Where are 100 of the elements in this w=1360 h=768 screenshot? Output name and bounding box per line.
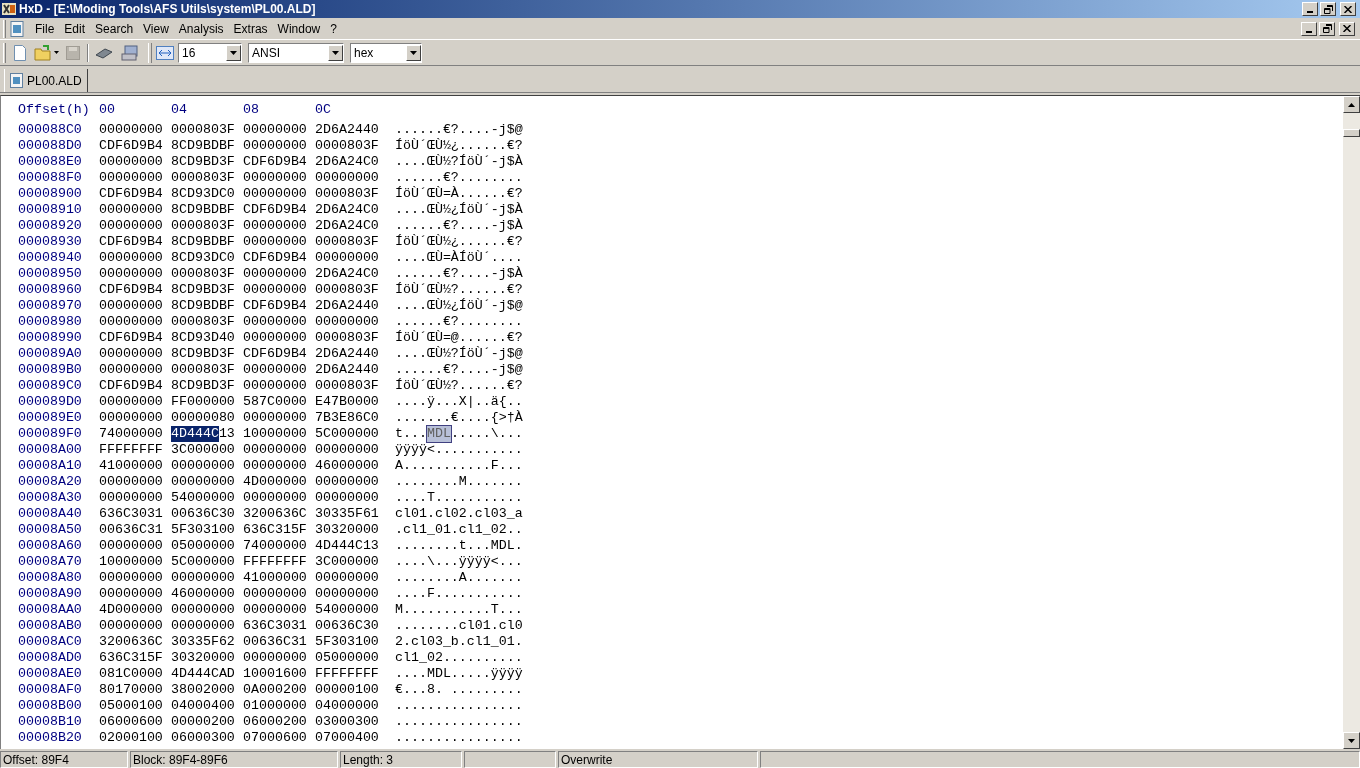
hex-cell: 05000100 [99, 698, 163, 714]
scroll-thumb[interactable] [1343, 129, 1360, 137]
offset-cell: 000088D0 [18, 138, 82, 153]
hex-cell: 00000000 [99, 202, 163, 218]
text-cell: ....\...ÿÿÿÿ<... [395, 554, 523, 570]
offset-cell: 00008A80 [18, 570, 82, 585]
menu-item[interactable]: Edit [59, 19, 91, 38]
menu-item[interactable]: Search [90, 19, 139, 38]
up-arrow-icon [1348, 102, 1355, 107]
hex-cell: 41000000 [243, 570, 307, 586]
file-tab[interactable]: PL00.ALD [4, 69, 88, 92]
hex-cell: 00000080 [171, 410, 235, 426]
menu-item[interactable]: Window [272, 19, 326, 38]
minimize-button[interactable] [1302, 2, 1318, 16]
offset-cell: 00008AA0 [18, 602, 82, 617]
selected-text-bytes: MDL [426, 426, 451, 442]
hex-cell: 46000000 [315, 458, 379, 474]
minimize-button[interactable] [1301, 21, 1317, 36]
column-header: 08 [243, 102, 259, 117]
offset-cell: 00008B00 [18, 698, 82, 713]
caret-icon [410, 50, 417, 55]
close-icon [1344, 5, 1352, 13]
text-cell: ................ [395, 730, 523, 746]
hex-cell: 2D6A24C0 [315, 266, 379, 282]
restore-button[interactable] [1319, 21, 1335, 36]
width-arrows-icon [156, 45, 174, 60]
text-cell: €...8. ......... [395, 682, 523, 698]
offset-cell: 00008A40 [18, 506, 82, 521]
offset-cell: 00008A20 [18, 474, 82, 489]
text-cell: ....ŒÙ=ÀÍöÙ´.... [395, 250, 523, 266]
scrollbar[interactable] [1343, 96, 1360, 749]
hex-cell: 2D6A2440 [315, 362, 379, 378]
scroll-up-button[interactable] [1343, 96, 1360, 113]
restore-icon [1323, 4, 1333, 14]
close-button[interactable] [1340, 2, 1356, 16]
hex-cell: 0000803F [315, 234, 379, 250]
hex-cell: 00000000 [99, 362, 163, 378]
hex-cell: E47B0000 [315, 394, 379, 410]
hex-cell: 0000803F [171, 266, 235, 282]
text-cell: .......€....{>†À [395, 410, 523, 426]
menu-item[interactable]: Analysis [173, 19, 229, 38]
app-icon [2, 2, 16, 16]
restore-button[interactable] [1320, 2, 1336, 16]
hex-cell: 00000000 [99, 474, 163, 490]
hex-cell: 10000000 [99, 554, 163, 570]
dropdown[interactable]: hex [350, 42, 422, 63]
hex-cell: 00000000 [243, 282, 307, 298]
hex-cell: 8CD9BD3F [171, 346, 235, 362]
menu-item[interactable]: Extras [228, 19, 273, 38]
dropdown[interactable]: ANSI [248, 42, 344, 63]
hex-cell: 081C0000 [99, 666, 163, 682]
hex-cell: 00000000 [243, 186, 307, 202]
offset-cell: 00008920 [18, 218, 82, 233]
hex-cell: 07000400 [315, 730, 379, 746]
hex-cell: 3C000000 [315, 554, 379, 570]
text-cell: ....ŒÙ½¿ÍöÙ´-j$À [395, 202, 523, 218]
offset-cell: 000088E0 [18, 154, 82, 169]
hex-cell: 00000000 [243, 234, 307, 250]
hex-cell: 00000000 [99, 298, 163, 314]
hex-cell: 8CD9BD3F [171, 378, 235, 394]
menu-item[interactable]: File [30, 19, 60, 38]
hex-cell: 7B3E86C0 [315, 410, 379, 426]
hex-cell: 00000000 [315, 250, 379, 266]
text-cell: ......€?....-j$À [395, 266, 523, 282]
hex-cell: 30320000 [171, 650, 235, 666]
offset-cell: 00008910 [18, 202, 82, 217]
hex-cell: 00000000 [243, 122, 307, 138]
text-cell: ÍöÙ´ŒÙ=À......€? [395, 186, 523, 202]
hex-cell: CDF6D9B4 [99, 378, 163, 394]
offset-cell: 000089D0 [18, 394, 82, 409]
text-cell: t... [395, 426, 427, 442]
hex-cell: CDF6D9B4 [99, 282, 163, 298]
hex-cell: 00000000 [171, 570, 235, 586]
hex-cell: 00000000 [315, 490, 379, 506]
menu-item[interactable]: View [138, 19, 174, 38]
scroll-down-button[interactable] [1343, 732, 1360, 749]
text-cell: cl01.cl02.cl03_a [395, 506, 523, 522]
offset-cell: 00008970 [18, 298, 82, 313]
close-button[interactable] [1339, 21, 1355, 36]
hex-cell: 00000000 [243, 378, 307, 394]
menu-item[interactable]: ? [325, 19, 342, 38]
offset-cell: 000089B0 [18, 362, 82, 377]
offset-cell: 00008B20 [18, 730, 82, 745]
hex-cell: 00636C31 [99, 522, 163, 538]
disk-button[interactable] [119, 42, 141, 63]
memory-chip-icon [95, 46, 113, 59]
hex-cell: CDF6D9B4 [99, 234, 163, 250]
hex-cell: 02000100 [99, 730, 163, 746]
hex-cell: 0000803F [171, 122, 235, 138]
hex-cell: 8CD9BDBF [171, 298, 235, 314]
text-cell: ........M....... [395, 474, 523, 490]
dropdown[interactable]: 16 [178, 42, 242, 63]
close-icon [1343, 25, 1351, 32]
hex-cell: 2D6A2440 [315, 298, 379, 314]
text-cell: ....ÿ...X|..ä{.. [395, 394, 523, 410]
hex-cell: 4D444C13 [315, 538, 379, 554]
text-cell: ÍöÙ´ŒÙ½?......€? [395, 282, 523, 298]
hex-cell: 00000000 [315, 586, 379, 602]
hex-cell: 0000803F [171, 314, 235, 330]
hex-cell: 4D000000 [99, 602, 163, 618]
